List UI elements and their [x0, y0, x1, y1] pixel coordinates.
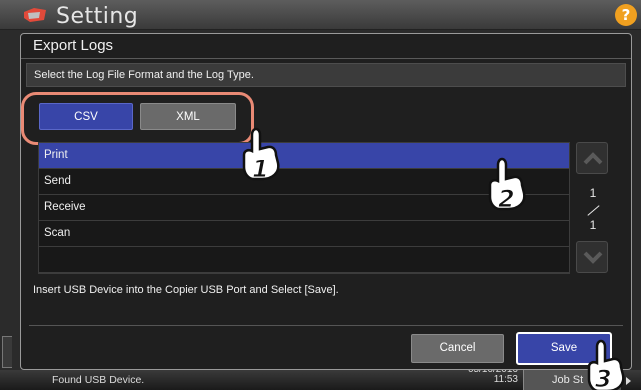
divider	[29, 325, 623, 326]
divider	[21, 58, 631, 59]
step-number-1: 1	[252, 155, 269, 181]
pointing-hand-icon: 1	[242, 127, 280, 181]
pointing-hand-icon: 2	[488, 157, 526, 211]
scroll-down-button[interactable]	[576, 241, 608, 273]
export-logs-dialog: Export Logs Select the Log File Format a…	[20, 33, 632, 370]
dialog-title: Export Logs	[33, 37, 114, 54]
usb-hint-text: Insert USB Device into the Copier USB Po…	[33, 284, 339, 296]
page-separator	[587, 205, 600, 216]
scroll-up-button[interactable]	[576, 142, 608, 174]
page-current: 1	[589, 186, 597, 200]
status-message: Found USB Device.	[52, 374, 145, 386]
list-item-scan[interactable]: Scan	[39, 221, 569, 247]
cancel-button[interactable]: Cancel	[411, 334, 504, 363]
help-icon[interactable]: ?	[615, 4, 637, 26]
step-number-3: 3	[595, 365, 612, 390]
background-tab	[2, 336, 12, 368]
app-title: Setting	[56, 4, 139, 29]
step-highlight-outline	[21, 92, 254, 145]
list-item-empty	[39, 247, 569, 273]
chevron-down-icon	[583, 251, 603, 264]
app-header: Setting ?	[0, 0, 641, 30]
instruction-bar: Select the Log File Format and the Log T…	[26, 63, 626, 87]
page-total: 1	[589, 218, 597, 232]
chevron-up-icon	[583, 152, 603, 165]
pointing-hand-icon: 3	[587, 339, 625, 390]
step-number-2: 2	[498, 185, 515, 211]
time-text: 11:53	[493, 374, 518, 385]
setting-logo-icon	[24, 8, 46, 22]
